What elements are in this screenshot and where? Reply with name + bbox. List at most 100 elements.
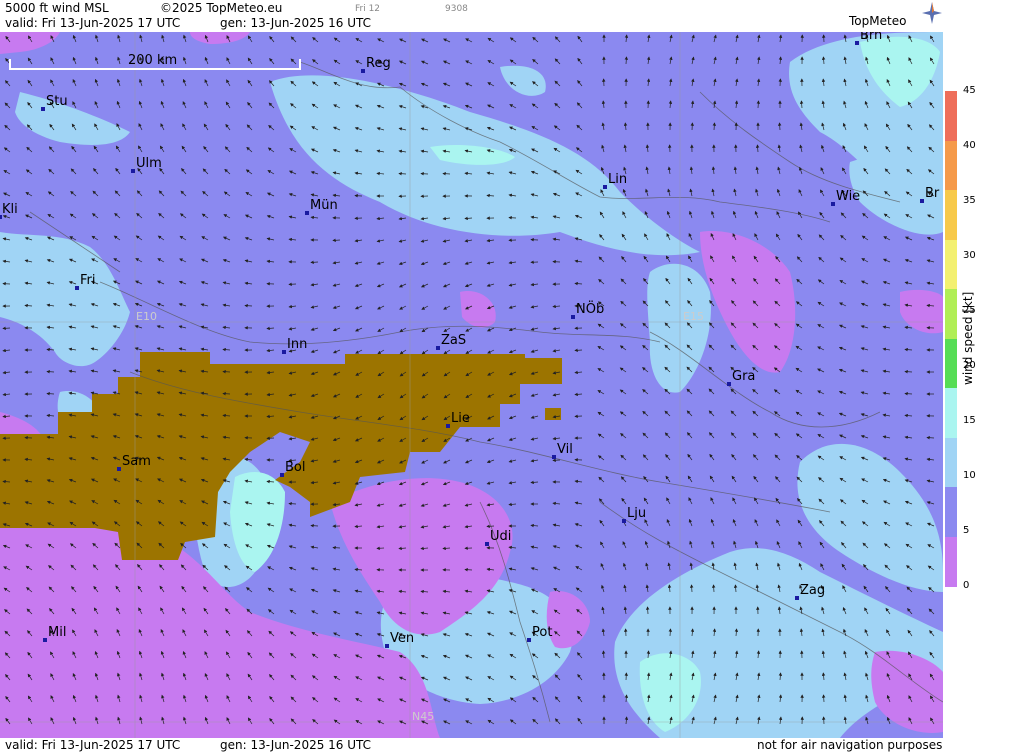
grid-label-e10: E10 <box>136 310 157 323</box>
legend-color-swatch <box>945 289 957 339</box>
legend-color-swatch <box>945 338 957 389</box>
city-label: Brn <box>860 32 882 43</box>
logo-text: TopMeteo <box>849 14 907 28</box>
wind-arrow <box>332 238 341 243</box>
wind-arrow <box>624 56 629 65</box>
legend-tick-label: 10 <box>963 470 976 481</box>
legend-color-swatch <box>945 239 957 290</box>
city-label: Kli <box>2 202 18 217</box>
city-label: Br <box>925 186 940 201</box>
city-label: Lie <box>451 411 470 426</box>
wind-arrow <box>689 584 694 593</box>
wind-map[interactable]: E10 E15 N45 200 km Brn Reg Stu Ulm Lin Wie Br K… <box>0 32 943 738</box>
map-header: 5000 ft wind MSL ©2025 TopMeteo.eu Fri 1… <box>0 0 943 32</box>
wind-arrow <box>574 348 583 353</box>
legend-color-swatch <box>945 487 957 537</box>
legend-tick-label: 5 <box>963 525 970 536</box>
wind-arrow <box>645 606 650 615</box>
city-label: Zag <box>800 583 825 598</box>
city-label: Vil <box>557 442 573 457</box>
wind-arrow <box>46 369 55 374</box>
wind-arrow <box>2 326 11 331</box>
copyright: ©2025 TopMeteo.eu <box>160 1 283 15</box>
wind-arrow <box>442 171 451 176</box>
city-marker <box>385 644 389 648</box>
wind-arrow <box>926 435 935 440</box>
city-marker <box>527 638 531 642</box>
gen-time: gen: 13-Jun-2025 16 UTC <box>220 16 372 30</box>
legend-title: wind speed [kt] <box>961 291 975 385</box>
city-marker <box>131 169 135 173</box>
wind-arrow <box>821 694 826 703</box>
wind-arrow <box>222 391 231 396</box>
city-marker <box>117 467 121 471</box>
city-marker <box>282 350 286 354</box>
legend-tick-label: 15 <box>963 415 976 426</box>
scale-label: 200 km <box>128 53 177 68</box>
city-marker <box>571 315 575 319</box>
city-marker <box>795 596 799 600</box>
city-marker <box>727 382 731 386</box>
city-label: Fri <box>80 273 96 288</box>
disclaimer: not for air navigation purposes <box>757 738 943 752</box>
city-marker <box>552 455 556 459</box>
wind-speed-legend: 45 40 35 30 25 20 15 10 5 0 wind speed [kt] <box>943 0 1034 753</box>
wind-arrow <box>777 122 782 131</box>
city-label: Gra <box>732 369 755 384</box>
wind-arrow <box>668 628 673 637</box>
wind-arrow <box>712 122 717 131</box>
city-label: Ulm <box>136 156 162 171</box>
header-small-number: 9308 <box>445 4 468 14</box>
city-marker <box>446 424 450 428</box>
city-marker <box>436 346 440 350</box>
wind-arrow <box>904 391 913 396</box>
city-marker <box>41 107 45 111</box>
product-title: 5000 ft wind MSL <box>5 1 109 15</box>
city-label: Bol <box>285 460 305 475</box>
legend-tick-label: 35 <box>963 195 976 206</box>
wind-arrow <box>244 303 253 308</box>
map-footer: valid: Fri 13-Jun-2025 17 UTC gen: 13-Ju… <box>0 738 943 753</box>
city-label: Pot <box>532 625 552 640</box>
legend-color-swatch <box>945 536 957 587</box>
city-label: Stu <box>46 94 68 109</box>
wind-arrow <box>486 524 495 529</box>
logo-star-icon <box>922 2 942 24</box>
legend-tick-label: 30 <box>963 250 976 261</box>
city-marker <box>280 473 284 477</box>
city-marker <box>603 185 607 189</box>
wind-map-canvas: E10 E15 N45 200 km Brn Reg Stu Ulm Lin Wie Br K… <box>0 32 943 738</box>
city-marker <box>831 202 835 206</box>
city-marker <box>920 199 924 203</box>
grid-label-n45: N45 <box>412 710 434 723</box>
wind-arrow <box>464 567 473 572</box>
legend-tick-label: 0 <box>963 580 970 591</box>
wind-arrow <box>756 100 761 109</box>
wind-arrow <box>310 260 319 265</box>
city-label: Udi <box>490 529 511 544</box>
legend-color-swatch <box>945 91 957 141</box>
city-label: Wie <box>836 189 860 204</box>
grid-label-e15: E15 <box>683 310 704 323</box>
city-marker <box>305 211 309 215</box>
city-label: Reg <box>366 56 391 71</box>
wind-arrow <box>288 501 297 506</box>
header-small-text: Fri 12 <box>355 4 381 14</box>
city-marker <box>855 41 859 45</box>
footer-gen-time: gen: 13-Jun-2025 16 UTC <box>220 738 372 752</box>
legend-tick-label: 45 <box>963 85 976 96</box>
wind-arrow <box>904 369 913 374</box>
city-label: Lju <box>627 506 646 521</box>
city-label: Mil <box>48 625 66 640</box>
legend-color-swatch <box>945 437 957 488</box>
legend-color-swatch <box>945 140 957 191</box>
legend-tick-label: 40 <box>963 140 976 151</box>
valid-time: valid: Fri 13-Jun-2025 17 UTC <box>5 16 181 30</box>
city-marker <box>361 69 365 73</box>
city-label: ZaS <box>441 333 466 348</box>
city-marker <box>622 519 626 523</box>
city-marker <box>485 542 489 546</box>
wind-arrow <box>332 545 341 550</box>
footer-valid-time: valid: Fri 13-Jun-2025 17 UTC <box>5 738 181 752</box>
city-marker <box>43 638 47 642</box>
